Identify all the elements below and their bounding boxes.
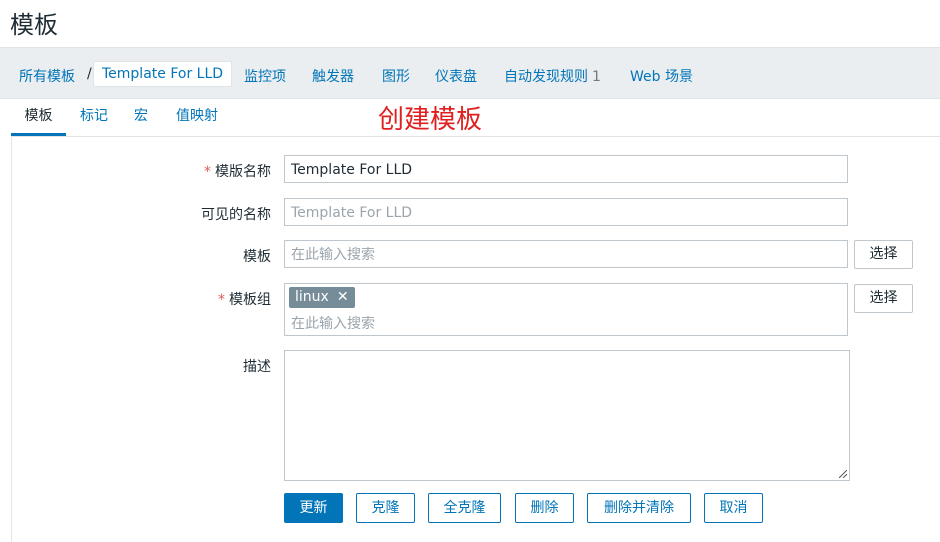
required-mark: * — [218, 292, 225, 308]
template-name-label: * 模版名称 — [204, 161, 271, 181]
template-name-input[interactable]: Template For LLD — [284, 155, 848, 183]
template-name-label-text: 模版名称 — [215, 164, 271, 180]
nav-triggers[interactable]: 触发器 — [312, 66, 354, 86]
description-textarea[interactable] — [284, 350, 850, 481]
delete-and-clear-button[interactable]: 删除并清除 — [587, 493, 691, 523]
visible-name-label: 可见的名称 — [201, 207, 271, 223]
nav-dashboards[interactable]: 仪表盘 — [435, 66, 477, 86]
breadcrumb-current-template[interactable]: Template For LLD — [93, 61, 233, 87]
delete-button[interactable]: 删除 — [515, 493, 574, 523]
template-groups-search-input[interactable]: 在此输入搜索 — [291, 313, 375, 333]
template-groups-multiselect[interactable]: linux ✕ 在此输入搜索 — [284, 283, 848, 336]
nav-graphs[interactable]: 图形 — [382, 66, 410, 86]
discovery-rules-count: 1 — [592, 69, 601, 85]
tab-template[interactable]: 模板 — [11, 98, 66, 136]
breadcrumb-separator: / — [87, 66, 92, 82]
clone-button[interactable]: 克隆 — [356, 493, 415, 523]
nav-discovery-rules[interactable]: 自动发现规则 1 — [504, 66, 601, 86]
template-groups-label: * 模板组 — [218, 289, 271, 309]
group-chip-label: linux — [295, 289, 329, 305]
template-groups-label-text: 模板组 — [229, 292, 271, 308]
visible-name-input[interactable]: Template For LLD — [284, 198, 848, 226]
group-chip-linux: linux ✕ — [289, 287, 355, 308]
required-mark: * — [204, 164, 211, 180]
tab-value-mapping[interactable]: 值映射 — [172, 98, 222, 135]
chip-remove-icon[interactable]: ✕ — [337, 289, 349, 305]
breadcrumb-bar: 所有模板 / Template For LLD 监控项 触发器 图形 仪表盘 自… — [0, 47, 940, 99]
nav-discovery-rules-label: 自动发现规则 — [504, 69, 588, 85]
page-title: 模板 — [10, 11, 58, 39]
template-groups-select-button[interactable]: 选择 — [854, 284, 913, 313]
tab-macros[interactable]: 宏 — [130, 98, 152, 135]
templates-search-input[interactable]: 在此输入搜索 — [284, 240, 848, 268]
tab-tags[interactable]: 标记 — [75, 98, 113, 135]
nav-web-scenarios[interactable]: Web 场景 — [630, 66, 693, 86]
cancel-button[interactable]: 取消 — [704, 493, 763, 523]
description-label: 描述 — [243, 359, 271, 375]
templates-select-button[interactable]: 选择 — [854, 240, 913, 269]
templates-label: 模板 — [243, 249, 271, 265]
breadcrumb-all-templates[interactable]: 所有模板 — [19, 66, 75, 86]
full-clone-button[interactable]: 全克隆 — [428, 493, 501, 523]
nav-items[interactable]: 监控项 — [244, 66, 286, 86]
create-template-annotation: 创建模板 — [378, 105, 483, 135]
resize-handle-icon[interactable] — [839, 470, 847, 478]
update-button[interactable]: 更新 — [284, 493, 343, 523]
